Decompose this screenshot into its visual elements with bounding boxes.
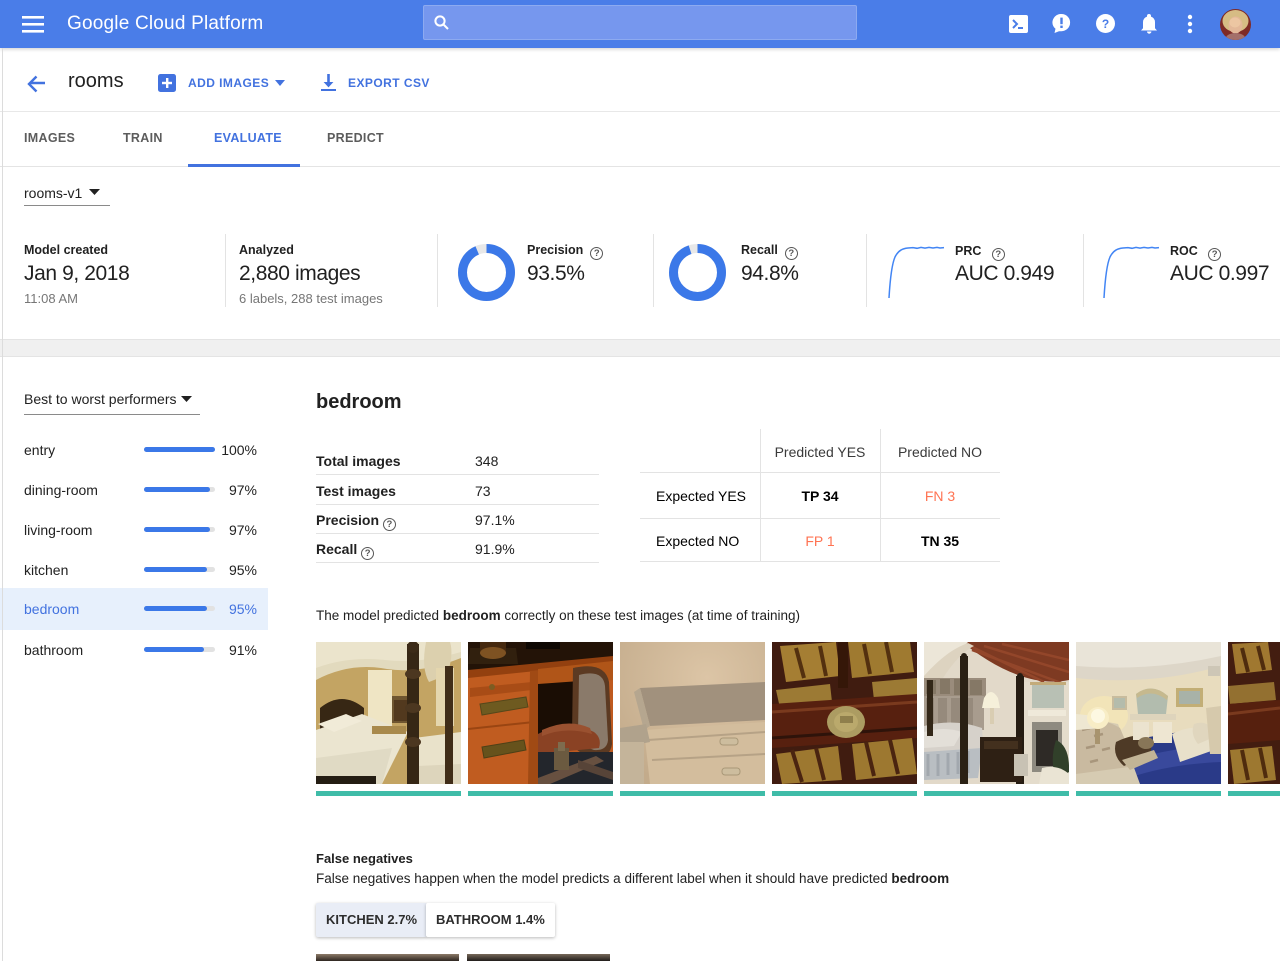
svg-text:?: ? xyxy=(1102,17,1109,31)
